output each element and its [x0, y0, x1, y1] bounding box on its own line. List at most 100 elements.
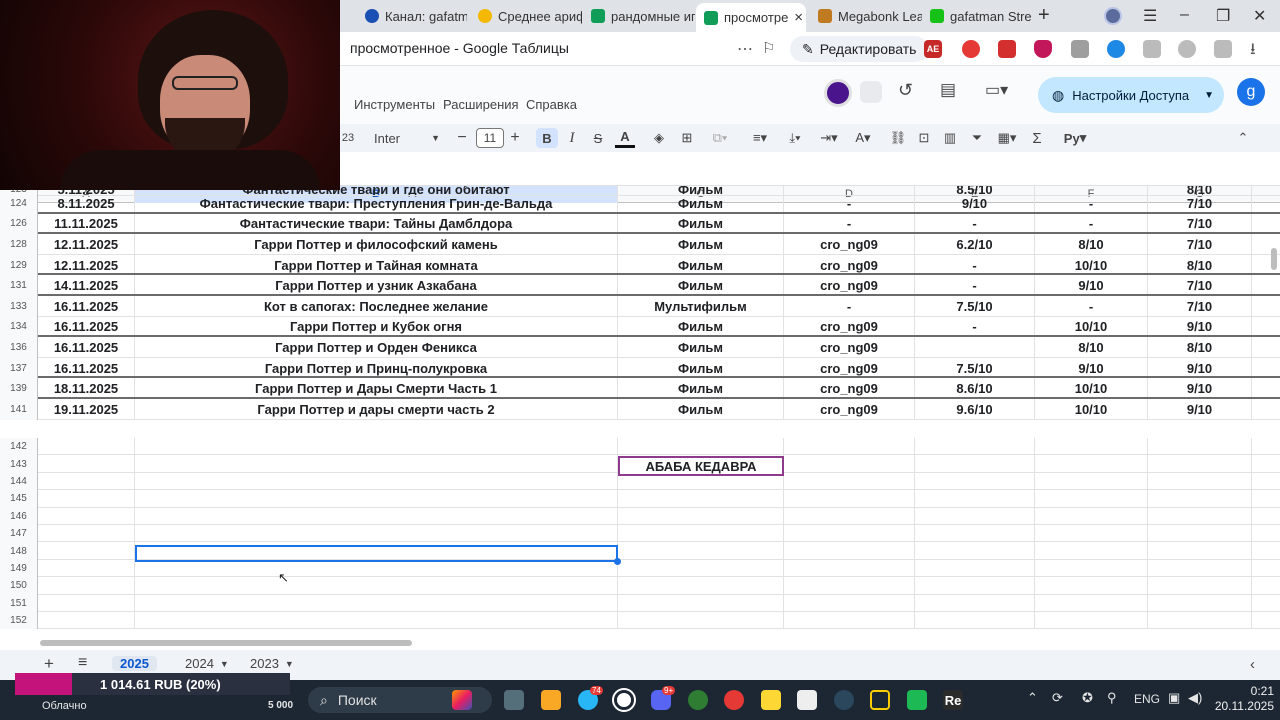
cell-g[interactable]: 7/10	[1148, 296, 1252, 317]
v-extension-icon[interactable]	[998, 40, 1016, 58]
empty-cell[interactable]	[784, 525, 915, 543]
empty-cell[interactable]	[1148, 594, 1252, 612]
empty-cell[interactable]	[784, 594, 915, 612]
cell-c[interactable]: Фильм	[618, 357, 784, 379]
cell-c[interactable]: Фильм	[618, 316, 784, 338]
profile-icon[interactable]	[1104, 7, 1122, 25]
row-number[interactable]: 129	[0, 254, 38, 276]
cell-d[interactable]: cro_ng09	[784, 399, 915, 420]
functions-button[interactable]: Σ	[1028, 128, 1046, 148]
cell-b[interactable]: Гарри Поттер и Тайная комната	[135, 254, 618, 276]
text-color-button[interactable]: A	[615, 128, 635, 148]
insert-comment-icon[interactable]: ⊡	[914, 128, 934, 148]
empty-cell[interactable]	[1148, 525, 1252, 543]
empty-cell[interactable]	[618, 507, 784, 525]
tab-6[interactable]: gafatman Stre	[922, 4, 1034, 28]
cell-b[interactable]: Гарри Поттер и философский камень	[135, 234, 618, 255]
chatgpt-icon[interactable]	[612, 688, 636, 712]
empty-cell[interactable]	[38, 612, 135, 630]
tab-1[interactable]: Канал: gafatm	[357, 4, 467, 28]
cell-e[interactable]: 9/10	[915, 193, 1035, 214]
add-sheet-icon[interactable]: +	[44, 654, 54, 674]
cell-b[interactable]: Гарри Поттер и Орден Феникса	[135, 337, 618, 358]
empty-cell[interactable]	[135, 490, 618, 508]
empty-cell[interactable]	[915, 559, 1035, 578]
cell-c[interactable]: Фильм	[618, 213, 784, 235]
fill-handle[interactable]	[614, 558, 621, 565]
vertical-align-icon[interactable]: ⤓▾	[780, 128, 810, 148]
empty-cell[interactable]	[618, 438, 784, 456]
cell-a[interactable]: 11.11.2025	[38, 213, 135, 235]
cell-f[interactable]: -	[1035, 296, 1148, 317]
vertical-scrollbar[interactable]	[1271, 248, 1277, 270]
cell-a[interactable]: 19.11.2025	[38, 399, 135, 420]
cell-g[interactable]: 9/10	[1148, 316, 1252, 338]
sheet-tab-2023[interactable]: 2023 ▼	[250, 656, 294, 671]
cell-c[interactable]: Фильм	[618, 399, 784, 420]
cell-g[interactable]: 7/10	[1148, 213, 1252, 235]
empty-cell[interactable]	[1035, 577, 1148, 595]
empty-cell[interactable]	[1148, 612, 1252, 630]
extension-badge-icon[interactable]: AE	[924, 40, 942, 58]
empty-cell[interactable]	[1035, 507, 1148, 525]
empty-cell[interactable]	[915, 542, 1035, 560]
menu-icon[interactable]: ☰	[1143, 6, 1157, 26]
highlight-cell[interactable]: АБАБА КЕДАВРА	[618, 456, 784, 476]
cell-b[interactable]: Гарри Поттер и узник Азкабана	[135, 275, 618, 296]
cell-b[interactable]: Кот в сапогах: Последнее желание	[135, 296, 618, 317]
strikethrough-button[interactable]: S	[589, 128, 607, 148]
increase-size-icon[interactable]: +	[507, 128, 523, 148]
empty-cell[interactable]	[1035, 472, 1148, 491]
avatar[interactable]: g	[1237, 78, 1265, 106]
sheets-logo-icon[interactable]	[824, 79, 852, 107]
empty-cell[interactable]	[784, 542, 915, 560]
empty-cell[interactable]	[1148, 542, 1252, 560]
empty-cell[interactable]	[38, 594, 135, 612]
empty-cell[interactable]	[1035, 594, 1148, 612]
borders-icon[interactable]: ⊞	[677, 128, 697, 148]
row-number[interactable]: 142	[0, 438, 38, 456]
printer-icon[interactable]	[1071, 40, 1089, 58]
empty-cell[interactable]	[1148, 490, 1252, 508]
horizontal-scrollbar[interactable]	[40, 640, 412, 646]
chevron-down-icon[interactable]: ▼	[220, 659, 229, 669]
network-icon[interactable]: ⟳	[1052, 690, 1063, 706]
empty-cell[interactable]	[135, 594, 618, 612]
chevron-down-icon[interactable]: ▼	[1204, 90, 1214, 101]
empty-cell[interactable]	[915, 525, 1035, 543]
empty-cell[interactable]	[618, 577, 784, 595]
empty-cell[interactable]	[1035, 559, 1148, 578]
filter-views-icon[interactable]: ▦▾	[990, 128, 1024, 148]
display-icon[interactable]: ▣	[1168, 690, 1180, 706]
cell-a[interactable]: 16.11.2025	[38, 337, 135, 358]
cell-f[interactable]: 8/10	[1035, 337, 1148, 358]
cell-c[interactable]: Фильм	[618, 254, 784, 276]
empty-cell[interactable]	[618, 559, 784, 578]
file-explorer-icon[interactable]	[541, 690, 561, 710]
edit-button[interactable]: ✎ Редактировать	[790, 36, 929, 62]
selected-cell[interactable]	[135, 545, 618, 562]
cell-g[interactable]: 7/10	[1148, 193, 1252, 214]
row-number[interactable]: 151	[0, 594, 38, 612]
cell-d[interactable]: cro_ng09	[784, 357, 915, 379]
cell-g[interactable]: 9/10	[1148, 399, 1252, 420]
cell-d[interactable]: cro_ng09	[784, 337, 915, 358]
cell-d[interactable]: -	[784, 296, 915, 317]
row-number[interactable]: 128	[0, 234, 38, 255]
merge-cells-icon[interactable]: ⧉▾	[705, 128, 735, 148]
empty-cell[interactable]	[135, 472, 618, 491]
audio-extension-icon[interactable]	[1107, 40, 1125, 58]
spotify-icon[interactable]	[907, 690, 927, 710]
widgets-icon[interactable]	[452, 690, 472, 710]
empty-cell[interactable]	[784, 559, 915, 578]
xbox-icon[interactable]	[688, 690, 708, 710]
empty-cell[interactable]	[1035, 542, 1148, 560]
font-size-input[interactable]: 11	[476, 128, 504, 148]
row-number[interactable]: 133	[0, 296, 38, 317]
wrap-icon[interactable]: ⇥▾	[814, 128, 844, 148]
row-number[interactable]: 139	[0, 378, 38, 399]
volume-icon[interactable]: ◀)	[1188, 690, 1202, 706]
chevron-down-icon[interactable]: ▼	[285, 659, 294, 669]
cell-d[interactable]: cro_ng09	[784, 378, 915, 399]
history-icon[interactable]: ↺	[898, 80, 913, 101]
